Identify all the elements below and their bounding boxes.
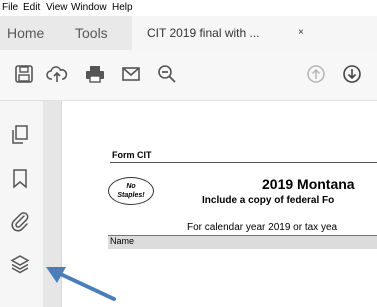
tab-tools[interactable]: Tools [75, 16, 108, 50]
email-icon[interactable] [120, 63, 142, 85]
tab-document-label: CIT 2019 final with ... [147, 26, 260, 40]
tab-document[interactable]: CIT 2019 final with ... × [132, 16, 377, 50]
tab-home[interactable]: Home [7, 16, 44, 50]
page-down-icon[interactable] [341, 63, 363, 85]
name-label: Name [110, 236, 135, 246]
no-staples-badge: No Staples! [108, 177, 154, 205]
staples-line-2: Staples! [117, 192, 145, 199]
divider-line [110, 162, 377, 163]
annotation-arrow-icon [40, 255, 130, 307]
close-tab-button[interactable]: × [298, 16, 304, 50]
attachment-icon[interactable] [9, 210, 31, 232]
pages-icon[interactable] [9, 124, 31, 146]
menu-edit[interactable]: Edit [23, 2, 40, 13]
left-navigation-pane [0, 101, 43, 307]
form-label: Form CIT [112, 150, 152, 160]
zoom-out-icon[interactable] [156, 63, 178, 85]
print-icon[interactable] [84, 63, 106, 85]
document-subtitle: Include a copy of federal Fo [202, 195, 335, 206]
layers-icon[interactable] [9, 253, 31, 275]
page-up-icon[interactable] [305, 63, 327, 85]
name-field-row: Name [108, 235, 377, 249]
toolbar [0, 50, 377, 101]
menu-bar: File Edit View Window Help [0, 0, 377, 16]
tab-bar: Home Tools CIT 2019 final with ... × [0, 16, 377, 50]
bookmark-icon[interactable] [9, 167, 31, 189]
save-icon[interactable] [13, 63, 35, 85]
menu-help[interactable]: Help [112, 2, 133, 13]
upload-icon[interactable] [46, 63, 68, 85]
staples-line-1: No [126, 183, 136, 190]
menu-file[interactable]: File [2, 2, 18, 13]
menu-view[interactable]: View [46, 2, 68, 13]
document-title: 2019 Montana [262, 176, 355, 192]
calendar-year-text: For calendar year 2019 or tax yea [187, 222, 338, 233]
menu-window[interactable]: Window [71, 2, 107, 13]
